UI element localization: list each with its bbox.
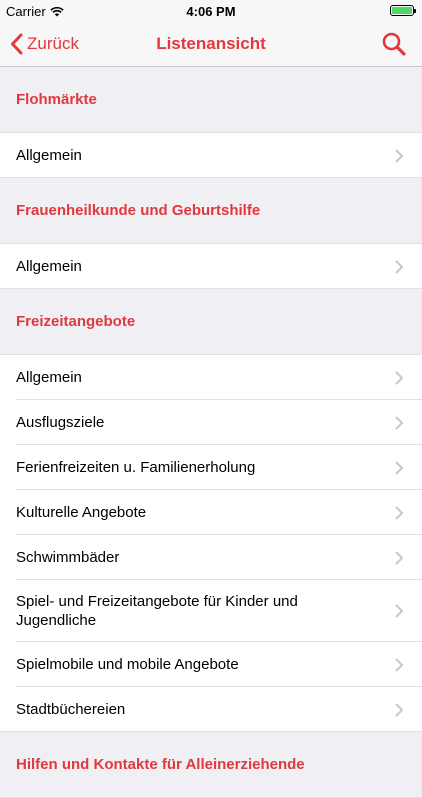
chevron-right-icon	[395, 371, 403, 384]
section-header: Flohmärkte	[0, 67, 422, 133]
list-item-label: Allgemein	[16, 369, 82, 386]
section-header: Freizeitangebote	[0, 289, 422, 355]
list-item-label: Ferienfreizeiten u. Familienerholung	[16, 459, 256, 476]
battery-icon	[390, 5, 416, 16]
chevron-right-icon	[395, 506, 403, 519]
list-item[interactable]: Schwimmbäder	[0, 535, 422, 580]
list-item-label: Allgemein	[16, 147, 82, 164]
search-icon[interactable]	[380, 30, 408, 58]
list-item-label: Kulturelle Angebote	[16, 504, 147, 521]
battery-fill	[392, 7, 412, 14]
chevron-right-icon	[395, 551, 403, 564]
chevron-right-icon	[395, 149, 403, 162]
list-item[interactable]: Ausflugsziele	[0, 400, 422, 445]
list-view: Flohmärkte Allgemein Frauenheilkunde und G…	[0, 67, 422, 798]
chevron-right-icon	[395, 260, 403, 273]
list-item[interactable]: Spielmobile und mobile Angebote	[0, 642, 422, 687]
page-title: Listenansicht	[156, 34, 266, 53]
list-item-label: Spiel- und Freizeitangebote für Kinder u…	[16, 593, 298, 629]
section-header: Hilfen und Kontakte für Alleinerziehende	[0, 732, 422, 798]
list-item-label: Allgemein	[16, 258, 82, 275]
navigation-bar: Zurück Listenansicht	[0, 22, 422, 67]
list-item-label: Schwimmbäder	[16, 549, 120, 566]
list-item[interactable]: Allgemein	[0, 133, 422, 178]
status-bar: Carrier 4:06 PM	[0, 0, 422, 22]
list-item[interactable]: Allgemein	[0, 244, 422, 289]
chevron-right-icon	[395, 703, 403, 716]
chevron-right-icon	[395, 416, 403, 429]
list-item-label: Spielmobile und mobile Angebote	[16, 656, 239, 673]
list-item[interactable]: Spiel- und Freizeitangebote für Kinder u…	[0, 580, 422, 642]
chevron-right-icon	[395, 461, 403, 474]
list-item[interactable]: Kulturelle Angebote	[0, 490, 422, 535]
list-item[interactable]: Ferienfreizeiten u. Familienerholung	[0, 445, 422, 490]
section-header: Frauenheilkunde und Geburtshilfe	[0, 178, 422, 244]
list-item[interactable]: Stadtbüchereien	[0, 687, 422, 732]
chevron-right-icon	[395, 604, 403, 618]
status-time: 4:06 PM	[186, 4, 236, 19]
list-item[interactable]: Allgemein	[0, 355, 422, 400]
chevron-right-icon	[395, 658, 403, 671]
list-item-label: Stadtbüchereien	[16, 701, 126, 718]
list-item-label: Ausflugsziele	[16, 414, 105, 431]
